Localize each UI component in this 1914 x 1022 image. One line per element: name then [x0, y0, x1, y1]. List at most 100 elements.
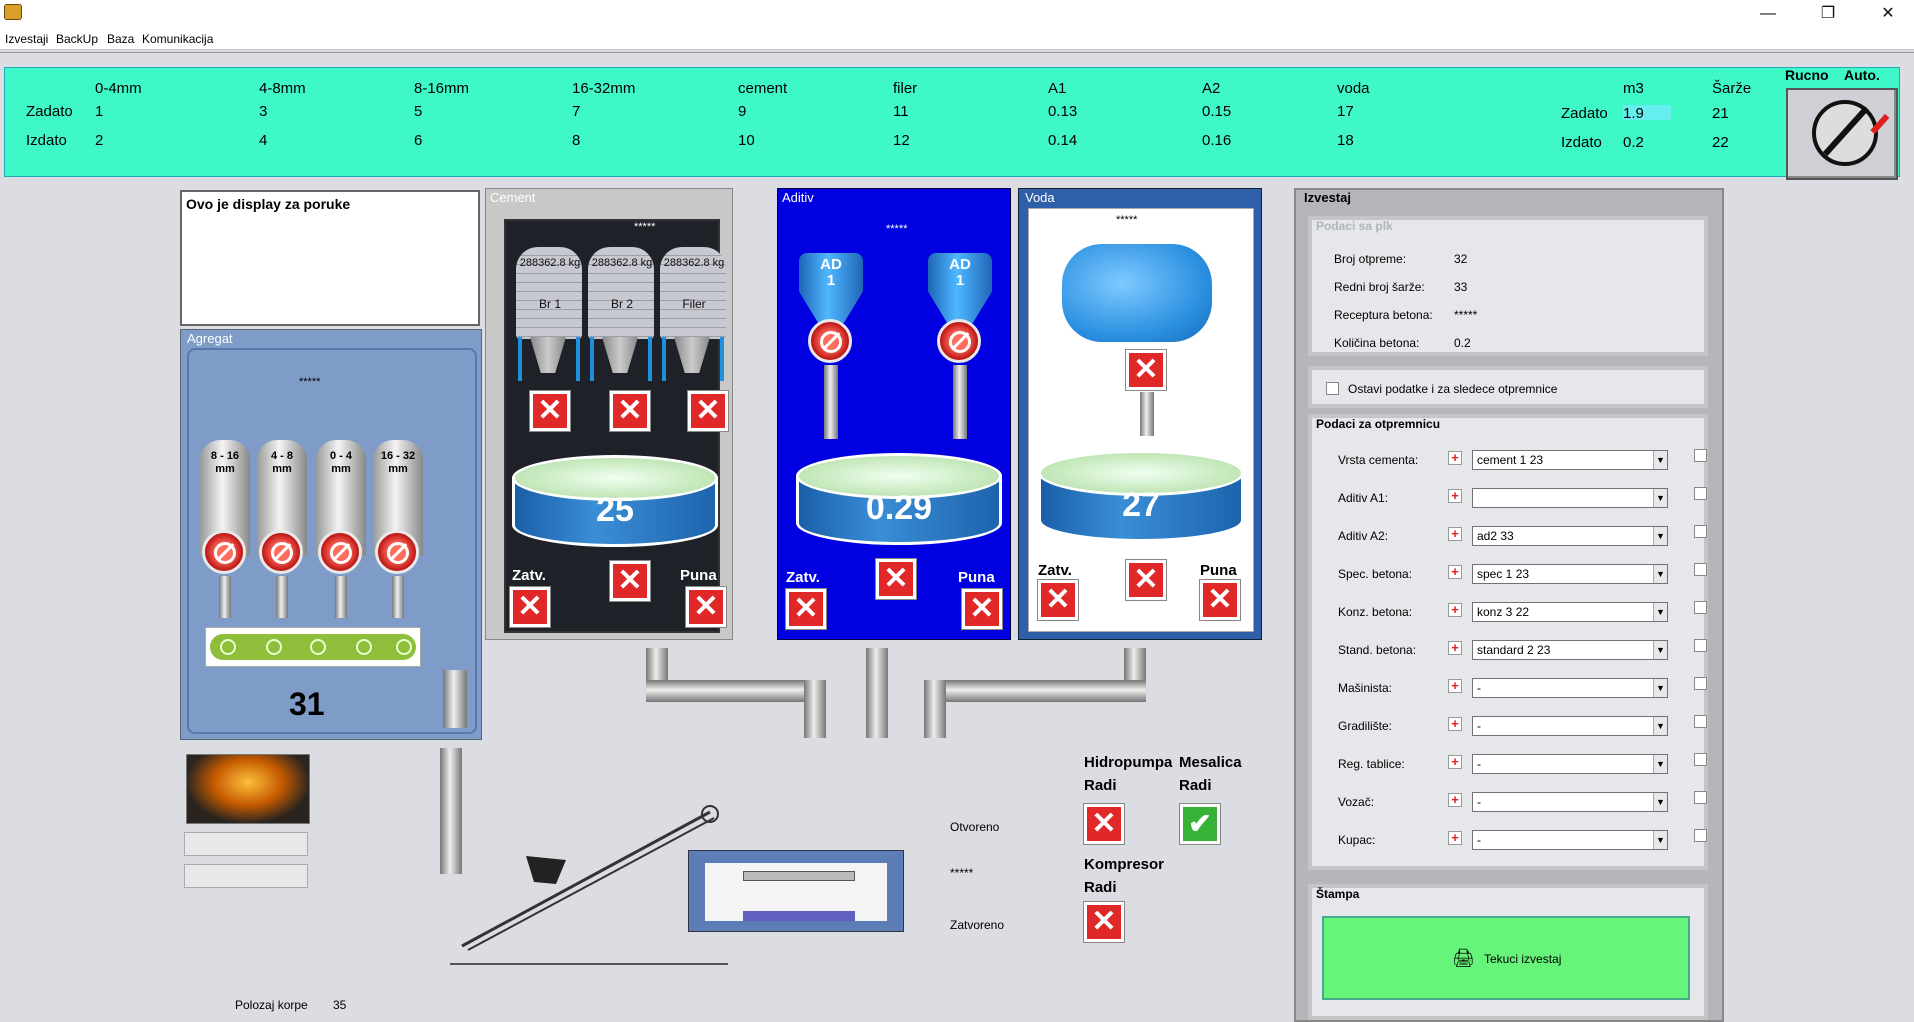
voda-zatv-indicator-icon: ✕	[1038, 580, 1078, 620]
silo-pipe	[276, 576, 288, 618]
aditiv-a1-checkbox[interactable]	[1694, 487, 1707, 500]
voda-scale-value: 27	[1122, 486, 1160, 524]
tekuci-izvestaj-button[interactable]: 🖨 Tekuci izvestaj	[1322, 916, 1690, 1000]
zadato-voda: 17	[1337, 103, 1354, 120]
add-aditiv-a1-icon[interactable]: +	[1448, 489, 1462, 503]
reg-tablice-select[interactable]: - ▼	[1472, 754, 1668, 774]
reg-tablice-checkbox[interactable]	[1694, 753, 1707, 766]
gradiliste-select[interactable]: - ▼	[1472, 716, 1668, 736]
cement-filer-close-icon[interactable]: ✕	[688, 391, 728, 431]
plc-receptura-label: Receptura betona:	[1334, 308, 1433, 322]
silo-valve-icon[interactable]	[259, 530, 303, 574]
kupac-value: -	[1477, 833, 1481, 847]
vozac-checkbox[interactable]	[1694, 791, 1707, 804]
vrsta-cementa-value: cement 1 23	[1477, 453, 1544, 467]
row-izdato-label: Izdato	[26, 132, 67, 149]
maximize-button[interactable]: ❐	[1806, 0, 1850, 30]
aditiv-ad1-valve-icon[interactable]	[808, 319, 852, 363]
silo-label-8-16: 8 - 16 mm	[210, 450, 240, 475]
cement-title: Cement	[490, 190, 536, 205]
cement-inner: ***** 288362.8 kg Br 1 288362.8 kg Br 2 …	[504, 219, 728, 633]
add-kupac-icon[interactable]: +	[1448, 831, 1462, 845]
cement-discharge-close-icon[interactable]: ✕	[610, 561, 650, 601]
close-button[interactable]: ✕	[1866, 0, 1910, 30]
chevron-down-icon: ▼	[1653, 603, 1667, 621]
aditiv-stars: *****	[886, 223, 908, 235]
konz-betona-select[interactable]: konz 3 22 ▼	[1472, 602, 1668, 622]
menu-komunikacija[interactable]: Komunikacija	[142, 32, 213, 46]
vrsta-cementa-select[interactable]: cement 1 23 ▼	[1472, 450, 1668, 470]
chevron-down-icon: ▼	[1653, 679, 1667, 697]
spec-betona-checkbox[interactable]	[1694, 563, 1707, 576]
cement-stars: *****	[634, 221, 656, 233]
zadato-a2: 0.15	[1202, 103, 1232, 120]
hidropumpa-status-icon[interactable]: ✕	[1084, 804, 1124, 844]
aditiv-scale-tank: 0.29	[796, 453, 1002, 561]
zadato-cement: 9	[738, 103, 747, 120]
aditiv-ad2-valve-icon[interactable]	[937, 319, 981, 363]
col-4-8: 4-8mm	[259, 80, 306, 97]
add-konz-betona-icon[interactable]: +	[1448, 603, 1462, 617]
cement-out-pipe-horizontal	[646, 680, 826, 702]
col-a1: A1	[1048, 80, 1067, 97]
add-stand-betona-icon[interactable]: +	[1448, 641, 1462, 655]
silo-valve-icon[interactable]	[318, 530, 362, 574]
konz-betona-checkbox[interactable]	[1694, 601, 1707, 614]
silo-label-4-8: 4 - 8 mm	[270, 450, 293, 475]
kupac-select[interactable]: - ▼	[1472, 830, 1668, 850]
izdato-a1: 0.14	[1048, 132, 1078, 149]
add-reg-tablice-icon[interactable]: +	[1448, 755, 1462, 769]
add-masinista-icon[interactable]: +	[1448, 679, 1462, 693]
cement-silo-br1: 288362.8 kg Br 1	[512, 247, 588, 383]
cement-br2-close-icon[interactable]: ✕	[610, 391, 650, 431]
reg-tablice-value: -	[1477, 757, 1481, 771]
cement-scale-tank: 25	[512, 455, 718, 563]
keep-data-checkbox[interactable]	[1326, 382, 1339, 395]
masinista-select[interactable]: - ▼	[1472, 678, 1668, 698]
cement-br1-close-icon[interactable]: ✕	[530, 391, 570, 431]
vozac-select[interactable]: - ▼	[1472, 792, 1668, 812]
spec-betona-select[interactable]: spec 1 23 ▼	[1472, 564, 1668, 584]
cement-silo-name: Br 1	[538, 297, 561, 311]
silo-pipe	[392, 576, 404, 618]
menu-izvestaji[interactable]: Izvestaji	[5, 32, 48, 46]
silo-valve-icon[interactable]	[375, 530, 419, 574]
menu-baza[interactable]: Baza	[107, 32, 134, 46]
silo-valve-icon[interactable]	[202, 530, 246, 574]
konz-betona-value: konz 3 22	[1477, 605, 1530, 619]
cement-silo-kg: 288362.8 kg	[663, 257, 725, 269]
add-spec-betona-icon[interactable]: +	[1448, 565, 1462, 579]
minimize-button[interactable]: —	[1746, 0, 1790, 30]
kompresor-status-icon[interactable]: ✕	[1084, 902, 1124, 942]
konz-betona-label: Konz. betona:	[1338, 605, 1413, 619]
vrsta-cementa-checkbox[interactable]	[1694, 449, 1707, 462]
cement-puna-label: Puna	[680, 567, 717, 584]
aditiv-a2-checkbox[interactable]	[1694, 525, 1707, 538]
izdato-voda: 18	[1337, 132, 1354, 149]
kupac-checkbox[interactable]	[1694, 829, 1707, 842]
aditiv-a1-select[interactable]: ▼	[1472, 488, 1668, 508]
masinista-value: -	[1477, 681, 1481, 695]
col-voda: voda	[1337, 80, 1370, 97]
silo-label-16-32: 16 - 32 mm	[380, 450, 416, 475]
voda-discharge-close-icon[interactable]: ✕	[1126, 560, 1166, 600]
add-gradiliste-icon[interactable]: +	[1448, 717, 1462, 731]
masinista-checkbox[interactable]	[1694, 677, 1707, 690]
chevron-down-icon: ▼	[1653, 565, 1667, 583]
add-vozac-icon[interactable]: +	[1448, 793, 1462, 807]
add-aditiv-a2-icon[interactable]: +	[1448, 527, 1462, 541]
voda-inlet-close-icon[interactable]: ✕	[1126, 350, 1166, 390]
aditiv-discharge-close-icon[interactable]: ✕	[876, 559, 916, 599]
otpremnica-title: Podaci za otpremnicu	[1316, 417, 1441, 431]
mode-switch[interactable]	[1786, 88, 1898, 180]
silo-label-0-4: 0 - 4 mm	[329, 450, 352, 475]
aditiv-a2-select[interactable]: ad2 33 ▼	[1472, 526, 1668, 546]
stand-betona-checkbox[interactable]	[1694, 639, 1707, 652]
col-a2: A2	[1202, 80, 1221, 97]
gradiliste-checkbox[interactable]	[1694, 715, 1707, 728]
aditiv-title: Aditiv	[782, 190, 814, 205]
add-vrsta-cementa-icon[interactable]: +	[1448, 451, 1462, 465]
stand-betona-select[interactable]: standard 2 23 ▼	[1472, 640, 1668, 660]
mesalica-status-check-icon[interactable]: ✔	[1180, 804, 1220, 844]
menu-backup[interactable]: BackUp	[56, 32, 98, 46]
